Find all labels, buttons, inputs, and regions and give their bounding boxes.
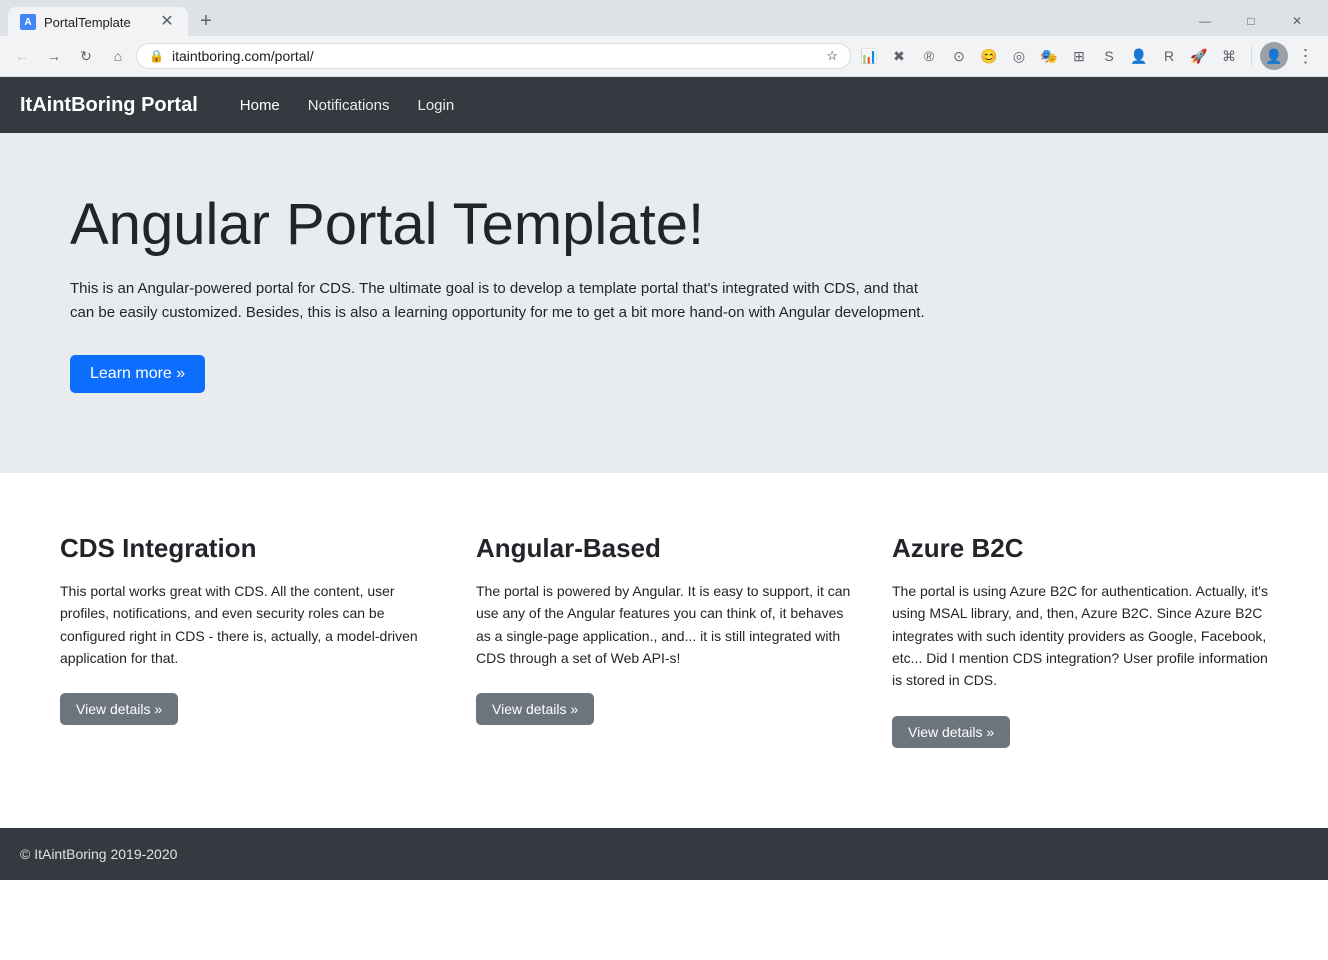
view-details-button-azure[interactable]: View details »	[892, 716, 1010, 748]
extension-icon-10[interactable]: R	[1155, 42, 1183, 70]
extension-icon-3[interactable]: ⊙	[945, 42, 973, 70]
browser-title-bar: A PortalTemplate ✕ + — □ ✕	[0, 0, 1328, 36]
footer-text: © ItAintBoring 2019-2020	[20, 846, 177, 862]
extension-icon-12[interactable]: ⌘	[1215, 42, 1243, 70]
extension-icon-1[interactable]: ✖	[885, 42, 913, 70]
browser-chrome: A PortalTemplate ✕ + — □ ✕ ← → ↻ ⌂ 🔒 ita…	[0, 0, 1328, 77]
app-brand: ItAintBoring Portal	[20, 94, 198, 117]
browser-tab-close[interactable]: ✕	[158, 13, 176, 31]
feature-description-azure: The portal is using Azure B2C for authen…	[892, 580, 1268, 692]
star-icon[interactable]: ☆	[826, 48, 838, 64]
browser-tab-favicon: A	[20, 14, 36, 30]
browser-tab[interactable]: A PortalTemplate ✕	[8, 7, 188, 37]
feature-title-cds: CDS Integration	[60, 533, 436, 564]
learn-more-button[interactable]: Learn more »	[70, 355, 205, 393]
feature-card-angular: Angular-Based The portal is powered by A…	[476, 533, 852, 748]
feature-description-cds: This portal works great with CDS. All th…	[60, 580, 436, 670]
minimize-button[interactable]: —	[1182, 7, 1228, 35]
extension-icon-9[interactable]: 👤	[1125, 42, 1153, 70]
forward-button[interactable]: →	[40, 42, 68, 70]
home-button[interactable]: ⌂	[104, 42, 132, 70]
browser-toolbar: ← → ↻ ⌂ 🔒 itaintboring.com/portal/ ☆ 📊 ✖…	[0, 36, 1328, 76]
browser-new-tab-button[interactable]: +	[192, 7, 220, 35]
profile-button[interactable]: 👤	[1260, 42, 1288, 70]
view-details-button-angular[interactable]: View details »	[476, 693, 594, 725]
feature-title-azure: Azure B2C	[892, 533, 1268, 564]
nav-link-home[interactable]: Home	[228, 89, 292, 122]
lock-icon: 🔒	[149, 49, 164, 63]
back-button[interactable]: ←	[8, 42, 36, 70]
hero-title: Angular Portal Template!	[70, 193, 1258, 257]
extension-icon-11[interactable]: 🚀	[1185, 42, 1213, 70]
maximize-button[interactable]: □	[1228, 7, 1274, 35]
feature-card-cds: CDS Integration This portal works great …	[60, 533, 436, 748]
extension-icon-8[interactable]: S	[1095, 42, 1123, 70]
feature-description-angular: The portal is powered by Angular. It is …	[476, 580, 852, 670]
window-controls: — □ ✕	[1182, 7, 1320, 35]
hero-section: Angular Portal Template! This is an Angu…	[0, 133, 1328, 473]
feature-card-azure: Azure B2C The portal is using Azure B2C …	[892, 533, 1268, 748]
features-section: CDS Integration This portal works great …	[0, 473, 1328, 828]
feature-title-angular: Angular-Based	[476, 533, 852, 564]
extension-icon-4[interactable]: 😊	[975, 42, 1003, 70]
address-bar[interactable]: 🔒 itaintboring.com/portal/ ☆	[136, 43, 851, 69]
browser-tab-title: PortalTemplate	[44, 15, 150, 30]
close-button[interactable]: ✕	[1274, 7, 1320, 35]
browser-menu-button[interactable]: ⋮	[1292, 42, 1320, 70]
extension-icon-5[interactable]: ◎	[1005, 42, 1033, 70]
view-details-button-cds[interactable]: View details »	[60, 693, 178, 725]
address-text: itaintboring.com/portal/	[172, 48, 818, 64]
nav-link-notifications[interactable]: Notifications	[296, 89, 402, 122]
nav-link-login[interactable]: Login	[405, 89, 466, 122]
hero-description: This is an Angular-powered portal for CD…	[70, 277, 930, 325]
bar-chart-icon[interactable]: 📊	[855, 42, 883, 70]
app-footer: © ItAintBoring 2019-2020	[0, 828, 1328, 880]
toolbar-separator	[1251, 46, 1252, 66]
app-nav-links: Home Notifications Login	[228, 89, 466, 122]
extension-icon-7[interactable]: ⊞	[1065, 42, 1093, 70]
app-navbar: ItAintBoring Portal Home Notifications L…	[0, 77, 1328, 133]
toolbar-icons: 📊 ✖ ® ⊙ 😊 ◎ 🎭 ⊞ S 👤 R 🚀 ⌘	[855, 42, 1243, 70]
extension-icon-6[interactable]: 🎭	[1035, 42, 1063, 70]
refresh-button[interactable]: ↻	[72, 42, 100, 70]
extension-icon-2[interactable]: ®	[915, 42, 943, 70]
app-root: ItAintBoring Portal Home Notifications L…	[0, 77, 1328, 880]
